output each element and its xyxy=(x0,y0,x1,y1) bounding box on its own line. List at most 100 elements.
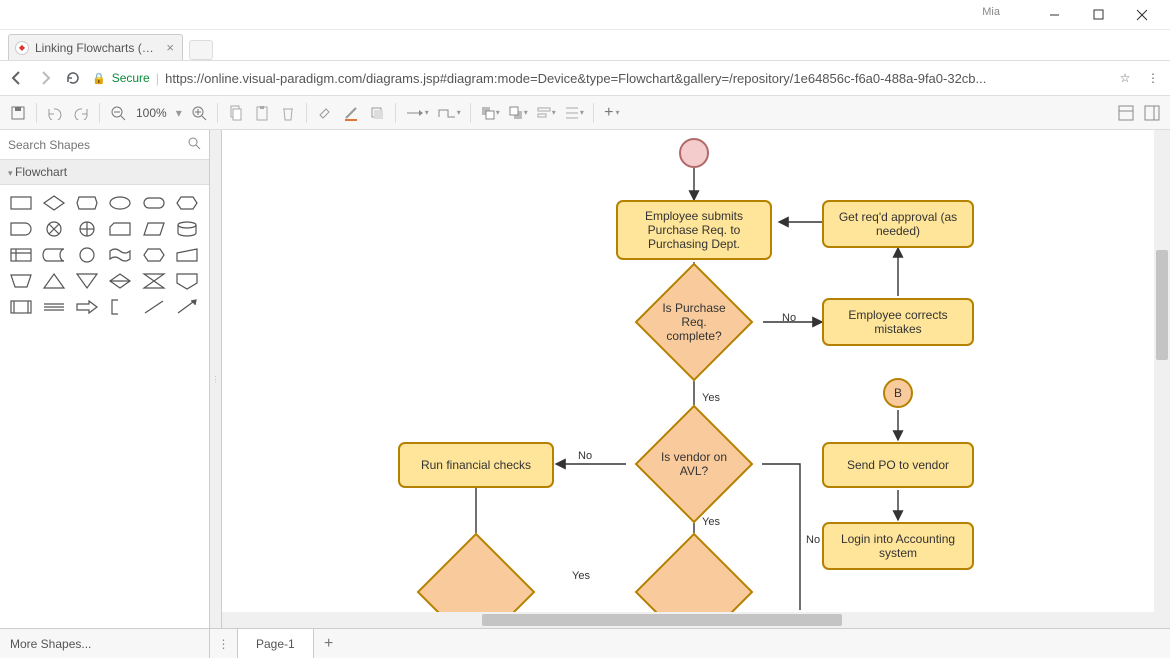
shape-cylinder[interactable] xyxy=(174,219,200,239)
secure-label: Secure xyxy=(112,71,150,85)
bookmark-star-icon[interactable]: ☆ xyxy=(1116,69,1134,87)
edge-label-no2: No xyxy=(578,450,592,462)
browser-tabstrip: ◆ Linking Flowcharts (Part × xyxy=(0,30,1170,60)
shape-arrow-line[interactable] xyxy=(174,297,200,317)
shape-arrow[interactable] xyxy=(74,297,100,317)
search-icon[interactable] xyxy=(187,136,201,153)
shape-tape[interactable] xyxy=(107,245,133,265)
shape-circle[interactable] xyxy=(74,245,100,265)
window-minimize-button[interactable] xyxy=(1032,1,1076,29)
shape-transfer[interactable] xyxy=(41,297,67,317)
line-color-button[interactable] xyxy=(339,101,363,125)
shape-palette xyxy=(0,185,209,325)
page-bar: More Shapes... ⋮ Page-1 + xyxy=(0,628,1170,658)
connection-style-button[interactable]: ▾ xyxy=(402,101,432,125)
shape-card[interactable] xyxy=(107,219,133,239)
shape-hexagon[interactable] xyxy=(174,193,200,213)
browser-menu-icon[interactable]: ⋮ xyxy=(1144,69,1162,87)
add-button[interactable]: +▾ xyxy=(600,101,624,125)
shape-manual-in[interactable] xyxy=(174,245,200,265)
shape-stored[interactable] xyxy=(41,245,67,265)
process-get-approval[interactable]: Get req'd approval (as needed) xyxy=(822,200,974,248)
shape-line[interactable] xyxy=(141,297,167,317)
page-menu-handle[interactable]: ⋮ xyxy=(210,629,238,658)
palette-header[interactable]: Flowchart xyxy=(0,160,209,185)
zoom-level[interactable]: 100% xyxy=(132,106,171,120)
page-tab-1[interactable]: Page-1 xyxy=(238,629,314,658)
shape-manual-op[interactable] xyxy=(8,271,34,291)
workspace: Flowchart xyxy=(0,130,1170,628)
edge-label-yes3: Yes xyxy=(572,570,590,582)
process-correct-mistakes[interactable]: Employee corrects mistakes xyxy=(822,298,974,346)
shape-extract[interactable] xyxy=(41,271,67,291)
tab-close-icon[interactable]: × xyxy=(166,40,174,55)
browser-address-bar: 🔒 Secure | https://online.visual-paradig… xyxy=(0,60,1170,96)
outline-panel-button[interactable] xyxy=(1140,101,1164,125)
shape-display[interactable] xyxy=(74,193,100,213)
process-submit-req[interactable]: Employee submits Purchase Req. to Purcha… xyxy=(616,200,772,260)
distribute-button[interactable]: ▾ xyxy=(561,101,587,125)
reload-button[interactable] xyxy=(64,69,82,87)
shape-internal[interactable] xyxy=(8,245,34,265)
format-panel-button[interactable] xyxy=(1114,101,1138,125)
paste-button[interactable] xyxy=(250,101,274,125)
shape-collate[interactable] xyxy=(141,271,167,291)
search-shapes-box[interactable] xyxy=(0,130,209,160)
decision-vendor-avl[interactable]: Is vendor on AVL? xyxy=(652,422,736,506)
decision-req-complete[interactable]: Is Purchase Req. complete? xyxy=(652,280,736,364)
shape-sum[interactable] xyxy=(41,219,67,239)
shadow-button[interactable] xyxy=(365,101,389,125)
shape-delay[interactable] xyxy=(8,219,34,239)
shape-ellipse[interactable] xyxy=(107,193,133,213)
vertical-scrollbar[interactable] xyxy=(1154,130,1170,628)
edge-label-no3: No xyxy=(806,534,820,546)
app-toolbar: 100% ▾ ▾ ▾ ▾ ▾ ▾ ▾ +▾ xyxy=(0,96,1170,130)
more-shapes-button[interactable]: More Shapes... xyxy=(0,629,210,658)
zoom-in-button[interactable] xyxy=(187,101,211,125)
shape-annotation[interactable] xyxy=(107,297,133,317)
process-login-accounting[interactable]: Login into Accounting system xyxy=(822,522,974,570)
shape-parallelogram[interactable] xyxy=(141,219,167,239)
tab-favicon-icon: ◆ xyxy=(15,41,29,55)
back-button[interactable] xyxy=(8,69,26,87)
to-back-button[interactable]: ▾ xyxy=(505,101,531,125)
forward-button[interactable] xyxy=(36,69,54,87)
waypoint-style-button[interactable]: ▾ xyxy=(434,101,464,125)
window-close-button[interactable] xyxy=(1120,1,1164,29)
copy-button[interactable] xyxy=(224,101,248,125)
zoom-out-button[interactable] xyxy=(106,101,130,125)
redo-button[interactable] xyxy=(69,101,93,125)
diagram-canvas[interactable]: Employee submits Purchase Req. to Purcha… xyxy=(222,130,1170,628)
shape-or[interactable] xyxy=(74,219,100,239)
horizontal-scrollbar[interactable] xyxy=(222,612,1170,628)
shape-predefined[interactable] xyxy=(8,297,34,317)
shape-offpage[interactable] xyxy=(174,271,200,291)
process-send-po[interactable]: Send PO to vendor xyxy=(822,442,974,488)
undo-button[interactable] xyxy=(43,101,67,125)
add-page-button[interactable]: + xyxy=(314,635,344,653)
shape-loop[interactable] xyxy=(141,245,167,265)
browser-tab[interactable]: ◆ Linking Flowcharts (Part × xyxy=(8,34,183,60)
to-front-button[interactable]: ▾ xyxy=(477,101,503,125)
connector-b[interactable]: B xyxy=(883,378,913,408)
sidebar-splitter[interactable]: ⋮ xyxy=(210,130,222,628)
start-node[interactable] xyxy=(679,138,709,168)
shape-diamond[interactable] xyxy=(41,193,67,213)
search-shapes-input[interactable] xyxy=(8,138,187,152)
shape-merge[interactable] xyxy=(74,271,100,291)
new-tab-button[interactable] xyxy=(189,40,213,60)
zoom-dropdown-icon[interactable]: ▾ xyxy=(173,101,185,125)
tab-title: Linking Flowcharts (Part xyxy=(35,41,160,55)
align-button[interactable]: ▾ xyxy=(533,101,559,125)
url-box[interactable]: 🔒 Secure | https://online.visual-paradig… xyxy=(92,71,1106,86)
fill-color-button[interactable] xyxy=(313,101,337,125)
shape-sort[interactable] xyxy=(107,271,133,291)
shape-terminator[interactable] xyxy=(141,193,167,213)
shape-rectangle[interactable] xyxy=(8,193,34,213)
window-maximize-button[interactable] xyxy=(1076,1,1120,29)
window-titlebar: Mia xyxy=(0,0,1170,30)
process-financial-checks[interactable]: Run financial checks xyxy=(398,442,554,488)
save-button[interactable] xyxy=(6,101,30,125)
delete-button[interactable] xyxy=(276,101,300,125)
window-user: Mia xyxy=(982,6,1000,18)
